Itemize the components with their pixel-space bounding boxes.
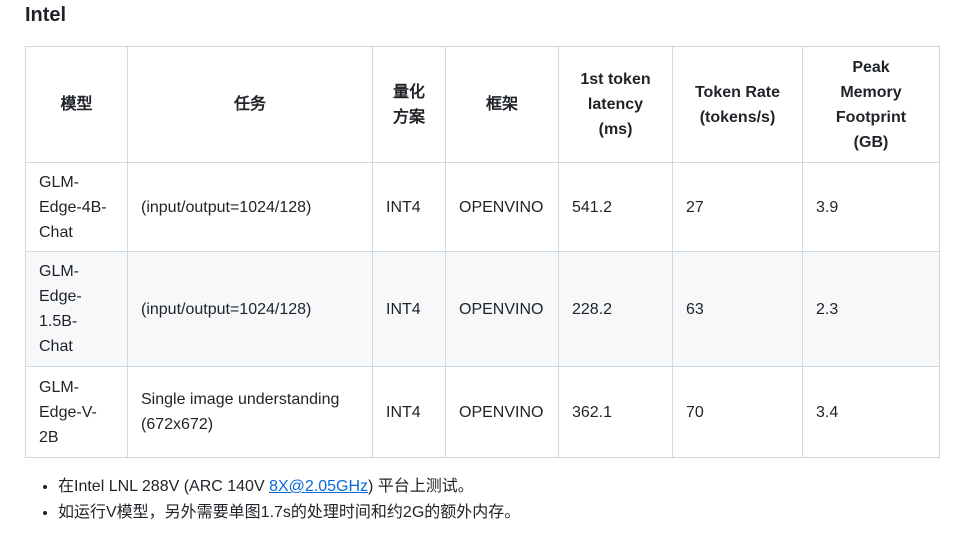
- header-latency: 1st token latency (ms): [558, 46, 673, 163]
- cell-task: Single image understanding (672x672): [127, 366, 373, 458]
- header-framework: 框架: [445, 46, 559, 163]
- cell-task: (input/output=1024/128): [127, 162, 373, 252]
- table-row: GLM-Edge-V-2B Single image understanding …: [25, 366, 940, 458]
- cell-framework: OPENVINO: [445, 366, 559, 458]
- header-memory: Peak Memory Footprint (GB): [802, 46, 940, 163]
- cell-model: GLM-Edge-1.5B-Chat: [25, 251, 128, 367]
- cell-token-rate: 70: [672, 366, 803, 458]
- header-quant: 量化方案: [372, 46, 446, 163]
- header-token-rate: Token Rate (tokens/s): [672, 46, 803, 163]
- frequency-link[interactable]: 8X@2.05GHz: [269, 478, 368, 495]
- cell-task: (input/output=1024/128): [127, 251, 373, 367]
- header-model: 模型: [25, 46, 128, 163]
- cell-token-rate: 63: [672, 251, 803, 367]
- notes-list: 在Intel LNL 288V (ARC 140V 8X@2.05GHz) 平台…: [36, 474, 520, 526]
- table-row: GLM-Edge-4B-Chat (input/output=1024/128) I…: [25, 162, 940, 252]
- section-title: Intel: [25, 4, 67, 26]
- cell-latency: 228.2: [558, 251, 673, 367]
- cell-framework: OPENVINO: [445, 162, 559, 252]
- cell-quant: INT4: [372, 162, 446, 252]
- cell-memory: 2.3: [802, 251, 940, 367]
- table-row: GLM-Edge-1.5B-Chat (input/output=1024/128…: [25, 251, 940, 367]
- cell-framework: OPENVINO: [445, 251, 559, 367]
- cell-latency: 362.1: [558, 366, 673, 458]
- note-item: 在Intel LNL 288V (ARC 140V 8X@2.05GHz) 平台…: [58, 474, 520, 500]
- benchmark-table: 模型 任务 量化方案 框架 1st token latency (ms) Tok…: [25, 46, 940, 458]
- cell-latency: 541.2: [558, 162, 673, 252]
- header-task: 任务: [127, 46, 373, 163]
- cell-memory: 3.4: [802, 366, 940, 458]
- cell-token-rate: 27: [672, 162, 803, 252]
- cell-quant: INT4: [372, 366, 446, 458]
- cell-model: GLM-Edge-V-2B: [25, 366, 128, 458]
- cell-memory: 3.9: [802, 162, 940, 252]
- cell-model: GLM-Edge-4B-Chat: [25, 162, 128, 252]
- table-header: 模型 任务 量化方案 框架 1st token latency (ms) Tok…: [25, 46, 940, 163]
- cell-quant: INT4: [372, 251, 446, 367]
- note-item: 如运行V模型，另外需要单图1.7s的处理时间和约2G的额外内存。: [58, 500, 520, 526]
